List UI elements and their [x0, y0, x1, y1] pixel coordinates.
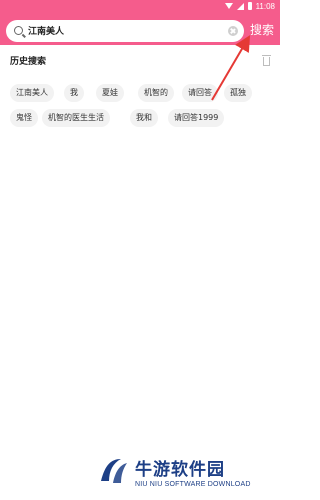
history-header: 历史搜索	[10, 54, 271, 70]
history-chip[interactable]: 孤独	[224, 84, 252, 102]
clear-icon[interactable]	[228, 26, 238, 36]
watermark: 牛游软件园 NIU NIU SOFTWARE DOWNLOAD	[95, 453, 265, 493]
search-row: 江南美人 搜索	[0, 16, 280, 44]
brand-title: 牛游软件园	[135, 460, 225, 480]
history-chip[interactable]: 机智的医生生活	[42, 109, 110, 127]
history-title: 历史搜索	[10, 57, 47, 67]
history-chip[interactable]: 机智的	[138, 84, 174, 102]
history-chip[interactable]: 我	[64, 84, 84, 102]
history-chip[interactable]: 江南美人	[10, 84, 54, 102]
search-input[interactable]: 江南美人	[6, 20, 244, 42]
status-bar: 11:08	[0, 0, 280, 12]
history-chip[interactable]: 请回答1999	[168, 109, 225, 127]
search-button[interactable]: 搜索	[250, 20, 274, 40]
history-chip[interactable]: 鬼怪	[10, 109, 38, 127]
history-chip[interactable]: 夏娃	[96, 84, 124, 102]
history-chip[interactable]: 我和	[130, 109, 158, 127]
battery-icon	[247, 2, 252, 10]
logo-icon	[101, 459, 127, 483]
history-chip[interactable]: 请回答	[182, 84, 218, 102]
top-bar: 11:08 江南美人 搜索	[0, 0, 280, 45]
brand-subtitle: NIU NIU SOFTWARE DOWNLOAD	[135, 481, 251, 488]
search-input-value: 江南美人	[28, 27, 65, 37]
search-icon	[14, 26, 23, 35]
signal-icon	[236, 2, 244, 10]
annotation-arrow	[211, 35, 251, 101]
wifi-icon	[224, 3, 233, 9]
trash-icon[interactable]	[262, 55, 271, 66]
status-time: 11:08	[255, 1, 275, 11]
